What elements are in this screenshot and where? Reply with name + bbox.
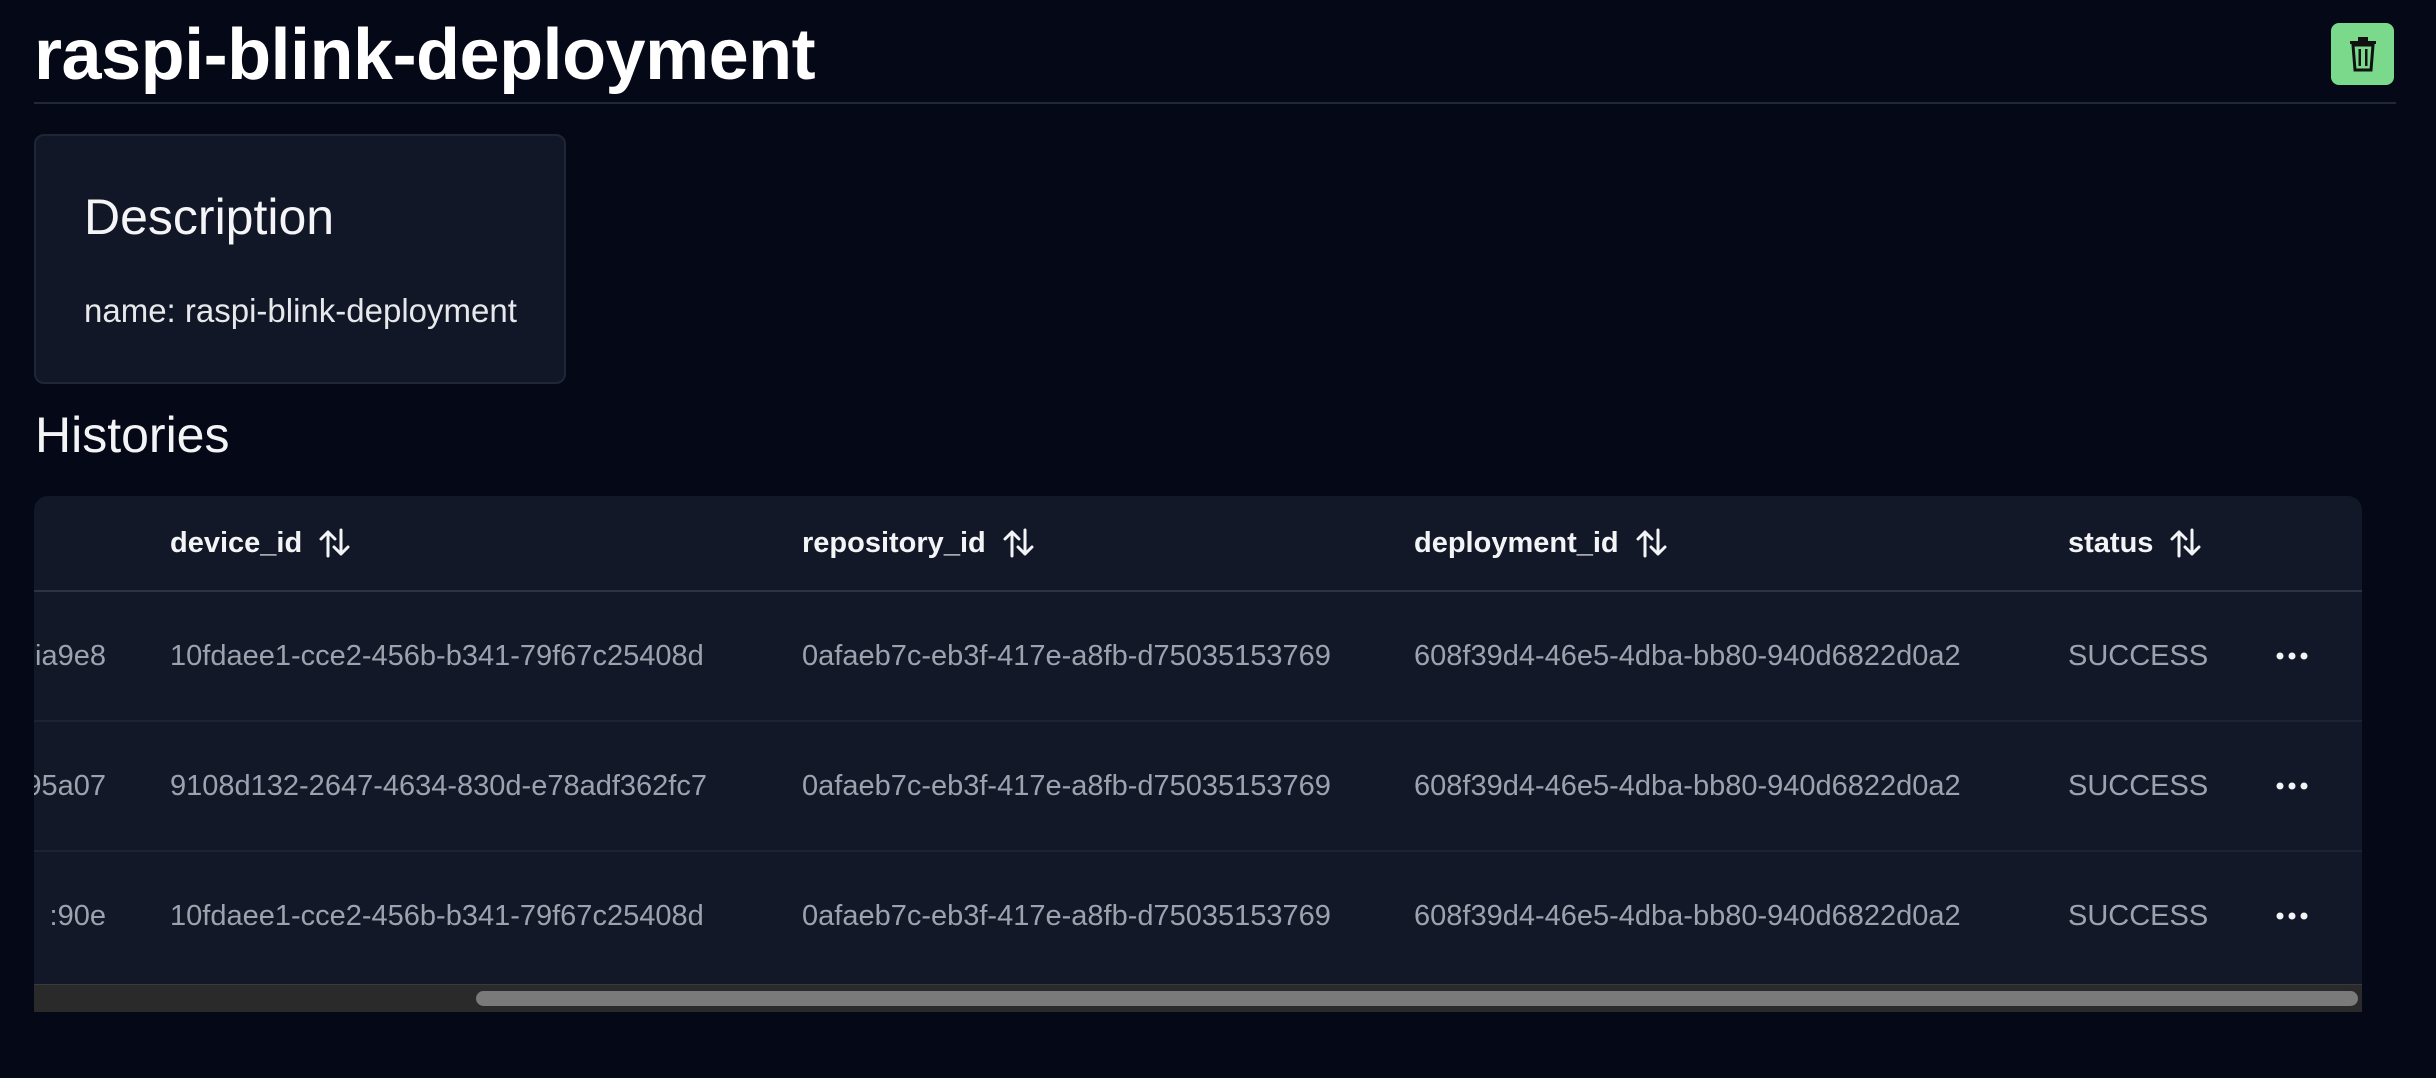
delete-button[interactable] [2331,23,2394,85]
sort-arrows-icon[interactable] [1633,525,1669,561]
table-row[interactable]: :90e 10fdaee1-cce2-456b-b341-79f67c25408… [34,852,2362,982]
page-title: raspi-blink-deployment [34,15,816,95]
table-row[interactable]: 95a07 9108d132-2647-4634-830d-e78adf362f… [34,722,2362,852]
more-horizontal-icon[interactable] [2272,636,2312,676]
more-horizontal-icon[interactable] [2272,896,2312,936]
table-header: device_id repository_id deployment_id st… [34,496,2362,592]
histories-heading: Histories [35,407,230,463]
column-header-repository-id[interactable]: repository_id [802,496,1036,590]
horizontal-scrollbar[interactable] [34,984,2362,1012]
column-label-deployment-id: deployment_id [1414,526,1619,559]
repository-id-cell: 0afaeb7c-eb3f-417e-a8fb-d75035153769 [802,639,1331,672]
status-cell: SUCCESS [2068,769,2209,802]
device-id-cell: 10fdaee1-cce2-456b-b341-79f67c25408d [170,899,704,932]
sort-arrows-icon[interactable] [316,525,352,561]
deployment-id-cell: 608f39d4-46e5-4dba-bb80-940d6822d0a2 [1414,769,1961,802]
histories-table: device_id repository_id deployment_id st… [34,496,2362,1012]
column-header-deployment-id[interactable]: deployment_id [1414,496,1669,590]
deployment-id-cell: 608f39d4-46e5-4dba-bb80-940d6822d0a2 [1414,639,1961,672]
column-label-status: status [2068,526,2154,559]
status-cell: SUCCESS [2068,639,2209,672]
history-id-fragment: 95a07 [34,769,106,802]
column-header-device-id[interactable]: device_id [170,496,352,590]
history-id-fragment: :90e [49,899,106,932]
description-heading: Description [84,189,335,245]
description-card: Description name: raspi-blink-deployment [34,134,566,384]
device-id-cell: 10fdaee1-cce2-456b-b341-79f67c25408d [170,639,704,672]
description-name: name: raspi-blink-deployment [84,292,517,329]
more-horizontal-icon[interactable] [2272,766,2312,806]
deployment-id-cell: 608f39d4-46e5-4dba-bb80-940d6822d0a2 [1414,899,1961,932]
title-divider [34,102,2396,104]
column-label-repository-id: repository_id [802,526,986,559]
horizontal-scrollbar-thumb[interactable] [476,991,2358,1006]
column-header-status[interactable]: status [2068,496,2203,590]
sort-arrows-icon[interactable] [1000,525,1036,561]
table-row[interactable]: ia9e8 10fdaee1-cce2-456b-b341-79f67c2540… [34,592,2362,722]
device-id-cell: 9108d132-2647-4634-830d-e78adf362fc7 [170,769,707,802]
status-cell: SUCCESS [2068,899,2209,932]
trash-icon [2347,36,2379,72]
column-label-device-id: device_id [170,526,303,559]
repository-id-cell: 0afaeb7c-eb3f-417e-a8fb-d75035153769 [802,769,1331,802]
repository-id-cell: 0afaeb7c-eb3f-417e-a8fb-d75035153769 [802,899,1331,932]
history-id-fragment: ia9e8 [35,639,106,672]
sort-arrows-icon[interactable] [2167,525,2203,561]
